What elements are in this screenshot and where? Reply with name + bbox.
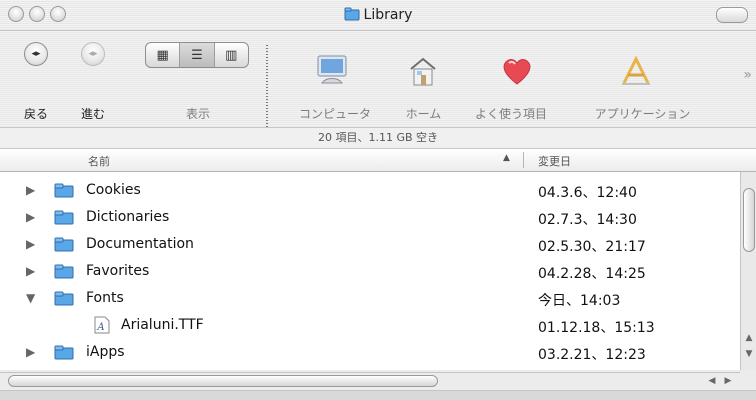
item-date: 02.5.30、21:17 xyxy=(538,239,646,255)
item-name: Documentation xyxy=(86,236,194,252)
window-bottom-edge xyxy=(0,390,756,400)
list-item[interactable]: ▶ Favorites 04.2.28、14:25 xyxy=(0,258,740,285)
vertical-scroll-thumb[interactable] xyxy=(743,188,755,252)
window-title: Library xyxy=(363,7,413,23)
scroll-down-arrow-icon[interactable]: ▼ xyxy=(743,348,755,360)
icon-view-button[interactable]: ▦ xyxy=(146,43,181,67)
item-name: Fonts xyxy=(86,290,124,306)
item-date: 今日、14:03 xyxy=(538,293,621,309)
column-view-icon: ▥ xyxy=(225,47,238,63)
window-title-wrap: Library xyxy=(0,6,756,23)
heart-icon[interactable] xyxy=(499,53,535,89)
view-mode-segment[interactable]: ▦ ☰ ▥ xyxy=(145,42,249,68)
list-item[interactable]: ▶ Cookies 04.3.6、12:40 xyxy=(0,177,740,204)
item-name: Cookies xyxy=(86,182,141,198)
item-date: 02.7.3、14:30 xyxy=(538,212,637,228)
sort-indicator-icon: ▲ xyxy=(503,153,510,163)
back-button[interactable]: ◂▸ xyxy=(24,42,48,66)
disclosure-triangle-icon[interactable]: ▶ xyxy=(26,210,35,224)
toolbar-toggle-pill[interactable] xyxy=(716,7,748,23)
view-label: 表示 xyxy=(185,107,210,121)
home-label: ホーム xyxy=(405,107,442,121)
list-item[interactable]: A Arialuni.TTF 01.12.18、15:13 xyxy=(0,312,740,339)
scroll-up-arrow-icon[interactable]: ▲ xyxy=(743,332,755,344)
date-column-header[interactable]: 変更日 xyxy=(538,153,571,169)
disclosure-triangle-icon[interactable]: ▶ xyxy=(26,345,35,359)
scroll-left-arrow-icon[interactable]: ◀ xyxy=(706,375,718,387)
list-header: 名前 ▲ 変更日 xyxy=(0,149,756,172)
folder-icon xyxy=(344,7,360,21)
disclosure-triangle-icon[interactable]: ▶ xyxy=(26,264,35,278)
computer-icon[interactable] xyxy=(314,53,350,89)
item-name: Favorites xyxy=(86,263,150,279)
computer-label: コンピュータ xyxy=(298,107,371,121)
item-date: 04.2.28、14:25 xyxy=(538,266,646,282)
resize-grip-icon[interactable] xyxy=(740,372,756,390)
vertical-scrollbar[interactable]: ▲ ▼ xyxy=(740,172,756,370)
folder-icon xyxy=(54,183,74,198)
column-divider[interactable] xyxy=(523,152,524,168)
column-view-button[interactable]: ▥ xyxy=(215,43,248,67)
list-view-icon: ☰ xyxy=(191,47,203,63)
list-item[interactable]: ▼ Fonts 今日、14:03 xyxy=(0,285,740,312)
icon-view-icon: ▦ xyxy=(156,47,169,63)
horizontal-scrollbar[interactable]: ◀ ▶ xyxy=(0,372,740,390)
forward-arrow-icon: ◂▸ xyxy=(88,49,98,59)
item-name: Arialuni.TTF xyxy=(121,317,204,333)
home-icon[interactable] xyxy=(405,53,441,89)
forward-button[interactable]: ◂▸ xyxy=(81,42,105,66)
font-file-icon: A xyxy=(94,316,110,334)
status-bar: 20 項目、1.11 GB 空き xyxy=(0,127,756,149)
list-item[interactable]: ▶ Dictionaries 02.7.3、14:30 xyxy=(0,204,740,231)
name-column-header[interactable]: 名前 xyxy=(88,153,110,169)
disclosure-triangle-icon[interactable]: ▶ xyxy=(26,237,35,251)
folder-icon xyxy=(54,237,74,252)
folder-icon xyxy=(54,291,74,306)
item-date: 04.3.6、12:40 xyxy=(538,185,637,201)
list-view-button[interactable]: ☰ xyxy=(180,43,215,67)
item-date: 03.2.21、12:23 xyxy=(538,347,646,363)
item-date: 01.12.18、15:13 xyxy=(538,320,655,336)
list-item[interactable]: ▶ iApps 03.2.21、12:23 xyxy=(0,339,740,366)
finder-window: Library ◂▸ ◂▸ ▦ ☰ ▥ 戻る 進む 表示 コンピュータ ホーム … xyxy=(0,0,756,400)
disclosure-triangle-icon[interactable]: ▶ xyxy=(26,183,35,197)
svg-text:A: A xyxy=(96,322,104,333)
folder-icon xyxy=(54,210,74,225)
disclosure-triangle-expanded-icon[interactable]: ▼ xyxy=(26,291,35,305)
title-bar[interactable]: Library xyxy=(0,0,756,31)
toolbar: ◂▸ ◂▸ ▦ ☰ ▥ 戻る 進む 表示 コンピュータ ホーム よく使う項目 ア… xyxy=(0,31,756,141)
horizontal-scroll-thumb[interactable] xyxy=(8,375,438,387)
back-arrow-icon: ◂▸ xyxy=(31,49,41,59)
forward-label: 進む xyxy=(80,107,105,121)
status-text: 20 項目、1.11 GB 空き xyxy=(317,131,439,144)
toolbar-overflow-chevron[interactable]: » xyxy=(743,67,752,83)
folder-icon xyxy=(54,345,74,360)
applications-icon[interactable] xyxy=(618,53,654,89)
applications-label: アプリケーション xyxy=(594,107,691,121)
list-item[interactable]: ▶ Documentation 02.5.30、21:17 xyxy=(0,231,740,258)
item-name: iApps xyxy=(86,344,125,360)
item-name: Dictionaries xyxy=(86,209,170,225)
favorites-label: よく使う項目 xyxy=(474,107,547,121)
scroll-right-arrow-icon[interactable]: ▶ xyxy=(722,375,734,387)
folder-icon xyxy=(54,264,74,279)
back-label: 戻る xyxy=(23,107,48,121)
file-list: ▶ Cookies 04.3.6、12:40 ▶ Dictionaries 02… xyxy=(0,172,740,370)
